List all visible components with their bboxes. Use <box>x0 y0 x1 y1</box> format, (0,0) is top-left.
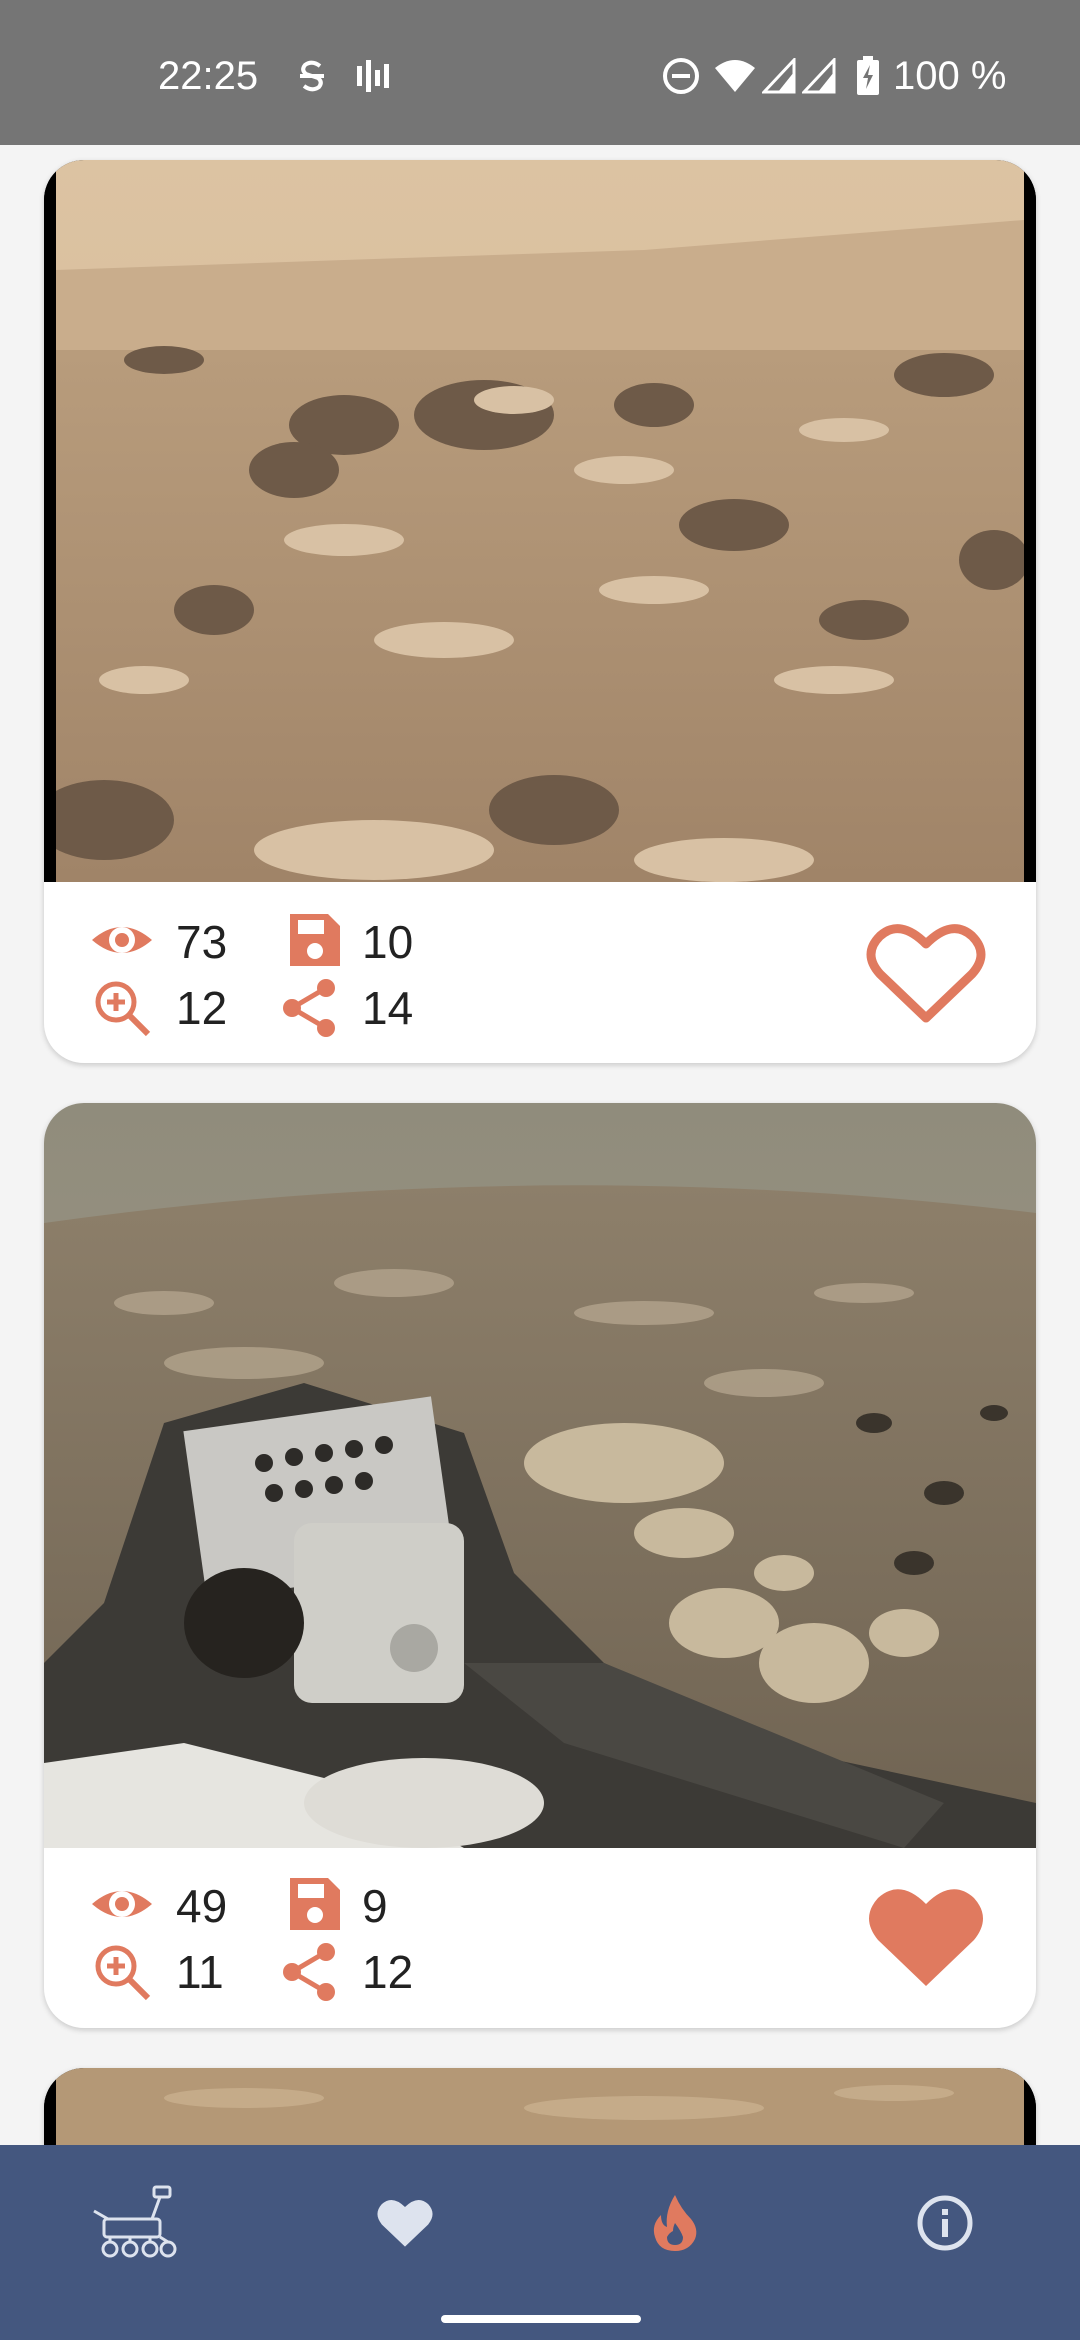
signal-bars-icon <box>355 52 391 100</box>
post-stats: 49 9 11 12 <box>44 1848 1036 2028</box>
mars-photo[interactable] <box>44 160 1036 882</box>
zoom-in-icon <box>90 1940 154 2004</box>
zooms-count: 12 <box>176 982 228 1034</box>
zooms-count: 11 <box>176 1946 224 1998</box>
like-button[interactable] <box>866 918 986 1028</box>
eye-icon <box>90 1872 154 1936</box>
nav-item-popular[interactable] <box>540 2145 810 2300</box>
bottom-navigation <box>0 2145 1080 2340</box>
shares-count: 14 <box>362 982 414 1034</box>
share-icon <box>278 1940 342 2004</box>
post-stats: 73 10 12 14 <box>44 882 1036 1063</box>
battery-percentage: 100 % <box>893 54 1007 98</box>
shares-count: 12 <box>362 1946 414 1998</box>
saves-count: 9 <box>362 1880 388 1932</box>
views-count: 73 <box>176 916 228 968</box>
heart-outline-icon <box>866 924 986 1023</box>
rover-icon <box>93 2185 177 2257</box>
photo-card[interactable]: 73 10 12 14 <box>44 160 1036 1063</box>
heart-filled-icon <box>869 1889 983 1986</box>
fire-icon <box>653 2194 697 2251</box>
home-indicator[interactable] <box>441 2315 641 2323</box>
photo-feed[interactable]: 73 10 12 14 49 9 11 12 <box>0 145 1080 2145</box>
status-time: 22:25 <box>158 54 259 98</box>
save-icon <box>282 1872 346 1936</box>
info-icon <box>917 2195 973 2250</box>
cell-signal-icon <box>802 52 836 100</box>
dnd-icon <box>662 52 700 100</box>
eye-icon <box>90 908 154 972</box>
mars-photo[interactable] <box>44 1103 1036 1848</box>
heart-icon <box>377 2199 433 2247</box>
zoom-in-icon <box>90 976 154 1040</box>
photo-card[interactable]: 49 9 11 12 <box>44 1103 1036 2028</box>
wifi-icon <box>714 52 756 100</box>
share-icon <box>278 976 342 1040</box>
nav-item-info[interactable] <box>810 2145 1080 2300</box>
nav-item-favorites[interactable] <box>270 2145 540 2300</box>
s-notification-icon <box>292 52 332 100</box>
mars-photo[interactable] <box>44 2068 1036 2145</box>
like-button[interactable] <box>866 1882 986 1992</box>
photo-card[interactable] <box>44 2068 1036 2145</box>
save-icon <box>282 908 346 972</box>
saves-count: 10 <box>362 916 414 968</box>
cell-signal-icon <box>762 52 796 100</box>
nav-item-rover[interactable] <box>0 2145 270 2300</box>
battery-charging-icon <box>856 52 880 100</box>
views-count: 49 <box>176 1880 228 1932</box>
status-bar: 22:25 100 % <box>0 0 1080 145</box>
